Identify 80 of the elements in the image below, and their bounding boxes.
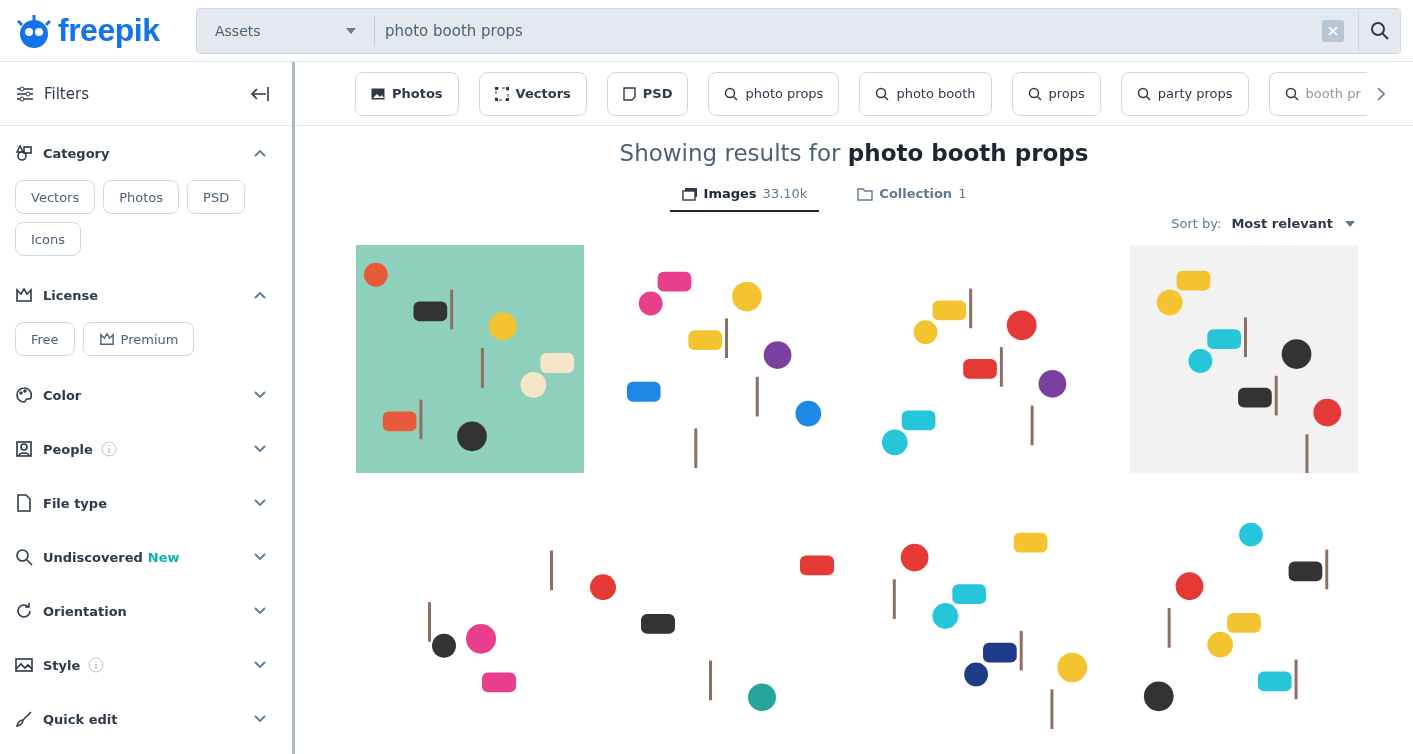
search-icon (1027, 86, 1042, 101)
search-icon (1284, 86, 1299, 101)
shapes-icon (15, 144, 33, 162)
filter-chip[interactable]: Vectors (15, 180, 96, 214)
sort-label: Sort by: (1171, 216, 1222, 231)
new-label: New (147, 549, 180, 565)
filter-section-header[interactable]: People (15, 434, 292, 464)
image-icon (371, 87, 385, 100)
filter-section-header[interactable]: Orientation (15, 596, 292, 626)
filters-title: Filters (44, 84, 90, 103)
chevron-right-icon[interactable] (1376, 86, 1385, 101)
filter-chip[interactable]: Icons (15, 222, 81, 256)
type-chip[interactable]: PSD (606, 71, 689, 116)
images-icon (681, 186, 698, 201)
vector-icon (494, 86, 509, 101)
filter-section-header[interactable]: File type (15, 488, 292, 518)
caret-icon (346, 27, 356, 34)
filter-section-header[interactable]: Category (15, 138, 292, 168)
folder-icon (857, 186, 874, 201)
search-icon (875, 86, 890, 101)
search-bar[interactable]: Assets photo booth props (196, 7, 1401, 54)
scope-dropdown[interactable]: Assets (197, 16, 375, 45)
type-chip[interactable]: Vectors (478, 71, 587, 116)
filter-section-header[interactable]: Color (15, 380, 292, 410)
collapse-icon[interactable] (250, 85, 270, 102)
filter-chip[interactable]: Photos (103, 180, 180, 214)
results-tab[interactable]: Images 33.10k (669, 186, 820, 212)
image-icon (15, 656, 33, 674)
chevron-icon[interactable] (254, 553, 266, 561)
filter-section-header[interactable]: Undiscovered New (15, 542, 292, 572)
file-icon (15, 494, 33, 512)
chevron-icon[interactable] (254, 607, 266, 615)
chevron-icon[interactable] (254, 149, 266, 157)
filter-label: Undiscovered (43, 549, 143, 565)
results-tab[interactable]: Collection 1 (845, 186, 979, 212)
caret-icon (1345, 220, 1355, 227)
close-icon (1328, 25, 1338, 36)
filter-label: Color (43, 387, 82, 403)
search-field[interactable]: photo booth props (375, 21, 1322, 40)
related-search-chip[interactable]: party props (1120, 71, 1249, 116)
logo-text[interactable]: freepik (58, 12, 160, 49)
filter-label: Quick edit (43, 711, 118, 727)
search-icon (1136, 86, 1151, 101)
filter-label: People (43, 441, 93, 457)
person-icon (15, 440, 33, 458)
rotate-icon (15, 602, 33, 620)
chevron-icon[interactable] (254, 499, 266, 507)
chevron-icon[interactable] (254, 291, 266, 299)
crown-icon (15, 286, 33, 304)
search-button[interactable] (1358, 8, 1400, 53)
filter-section-header[interactable]: Style (15, 650, 292, 680)
related-search-chip[interactable]: photo props (708, 71, 840, 116)
related-search-chip[interactable]: props (1011, 71, 1101, 116)
related-search-chip[interactable]: photo booth (859, 71, 992, 116)
brush-icon (15, 710, 33, 728)
chevron-icon[interactable] (254, 391, 266, 399)
filter-chip[interactable]: Premium (82, 322, 195, 356)
filter-chip[interactable]: PSD (187, 180, 246, 214)
search-icon (1369, 20, 1390, 41)
filter-label: License (43, 287, 99, 303)
zoom-icon (15, 548, 33, 566)
sliders-icon (16, 85, 34, 102)
chevron-icon[interactable] (254, 445, 266, 453)
search-icon (724, 86, 739, 101)
filter-label: Orientation (43, 603, 127, 619)
chevron-icon[interactable] (254, 715, 266, 723)
results-heading: Showing results for photo booth props (618, 140, 1090, 166)
filter-section-header[interactable]: License (15, 280, 292, 310)
file-icon (622, 86, 636, 101)
filter-label: Category (43, 145, 110, 161)
chevron-icon[interactable] (254, 661, 266, 669)
crown-icon (98, 332, 115, 346)
filter-label: Style (43, 657, 81, 673)
filter-section-header[interactable]: Quick edit (15, 704, 292, 734)
sort-dropdown[interactable]: Most relevant (1231, 216, 1355, 231)
filter-label: File type (43, 495, 107, 511)
filter-chip[interactable]: Free (15, 322, 75, 356)
type-chip[interactable]: Photos (355, 71, 459, 116)
robot-logo-icon (14, 12, 54, 49)
palette-icon (15, 386, 33, 404)
